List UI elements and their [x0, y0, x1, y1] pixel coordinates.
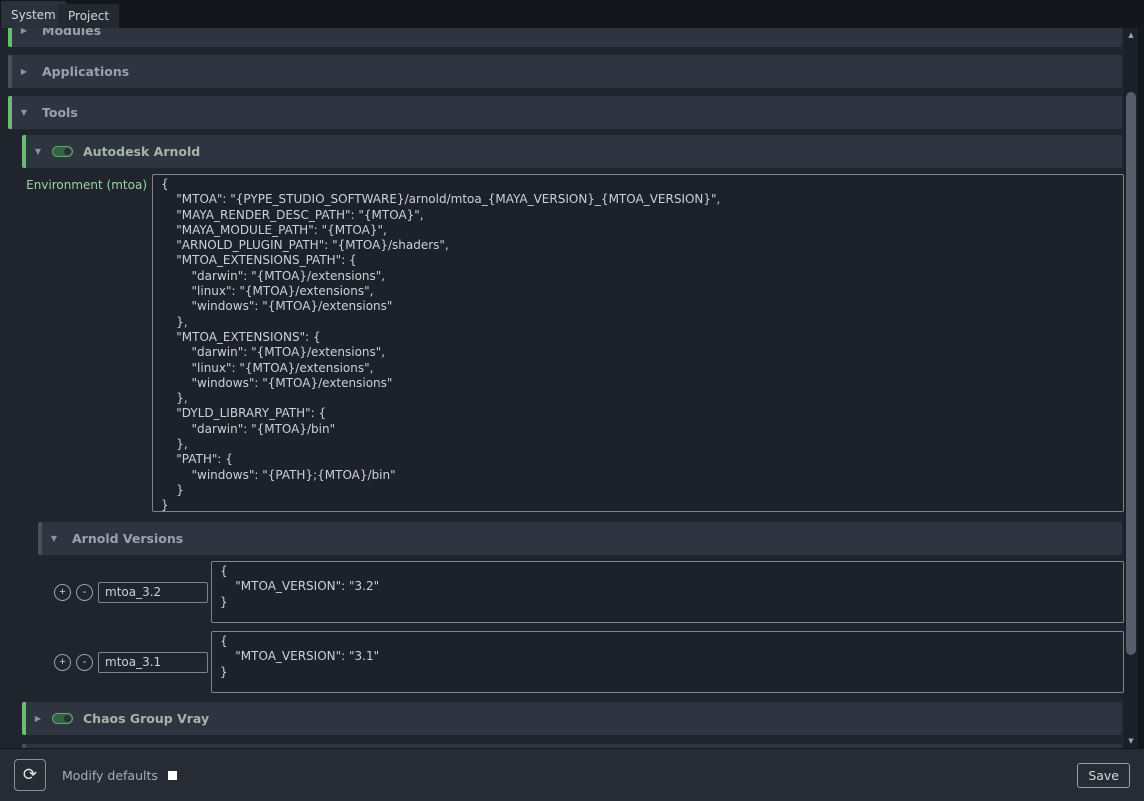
chevron-down-icon[interactable]: ▼	[16, 108, 32, 117]
modify-defaults-checkbox[interactable]	[168, 771, 177, 780]
tab-system[interactable]: System	[1, 1, 66, 28]
section-label: Arnold Versions	[72, 531, 183, 546]
settings-window: System Project ▶ Modules ▶ Applications …	[0, 0, 1144, 801]
footer-bar: ⟳ Modify defaults Save	[0, 748, 1144, 801]
chevron-right-icon[interactable]: ▶	[16, 67, 32, 76]
version-name-input[interactable]	[98, 652, 208, 673]
environment-editor-wrap: { "MTOA": "{PYPE_STUDIO_SOFTWARE}/arnold…	[152, 174, 1124, 512]
chevron-right-icon[interactable]: ▶	[30, 714, 46, 723]
tab-project[interactable]: Project	[58, 4, 119, 28]
modified-stripe	[22, 702, 26, 735]
tab-bar: System Project	[0, 0, 1144, 28]
scroll-up-icon[interactable]: ▲	[1124, 28, 1138, 42]
section-label: Applications	[42, 64, 129, 79]
scrollbar-thumb[interactable]	[1126, 92, 1136, 655]
version-json-editor[interactable]: { "MTOA_VERSION": "3.1" }	[211, 631, 1124, 693]
default-stripe	[38, 522, 42, 555]
toggle-knob	[64, 715, 71, 722]
save-button[interactable]: Save	[1077, 763, 1130, 788]
default-stripe	[8, 55, 12, 88]
section-header-modules[interactable]: ▶ Modules	[8, 28, 1122, 47]
enabled-toggle[interactable]	[52, 146, 73, 157]
settings-scroll-area: ▶ Modules ▶ Applications ▼ Tools ▼ Autod…	[0, 28, 1124, 748]
chevron-right-icon[interactable]: ▶	[16, 28, 32, 35]
vertical-scrollbar[interactable]: ▲ ▼	[1124, 28, 1138, 748]
tool-label: Autodesk Arnold	[83, 144, 200, 159]
version-name-input[interactable]	[98, 582, 208, 603]
section-label: Tools	[42, 105, 78, 120]
add-version-button[interactable]: +	[54, 584, 71, 601]
modified-stripe	[8, 28, 12, 47]
remove-version-button[interactable]: -	[76, 654, 93, 671]
version-json-editor[interactable]: { "MTOA_VERSION": "3.2" }	[211, 561, 1124, 623]
modified-stripe	[22, 135, 26, 168]
toggle-knob	[64, 148, 71, 155]
section-header-autodesk-arnold[interactable]: ▼ Autodesk Arnold	[22, 135, 1122, 168]
version-row: + - { "MTOA_VERSION": "3.1" }	[54, 631, 1124, 693]
environment-json-editor[interactable]: { "MTOA": "{PYPE_STUDIO_SOFTWARE}/arnold…	[152, 174, 1124, 512]
modified-stripe	[8, 96, 12, 129]
version-row: + - { "MTOA_VERSION": "3.2" }	[54, 561, 1124, 623]
add-version-button[interactable]: +	[54, 654, 71, 671]
section-label: Modules	[42, 28, 101, 38]
refresh-icon: ⟳	[23, 765, 37, 785]
modify-defaults-label: Modify defaults	[62, 768, 158, 783]
enabled-toggle[interactable]	[52, 713, 73, 724]
section-header-tools[interactable]: ▼ Tools	[8, 96, 1122, 129]
environment-mtoa-label: Environment (mtoa)	[0, 178, 147, 192]
chevron-down-icon[interactable]: ▼	[30, 147, 46, 156]
scroll-down-icon[interactable]: ▼	[1124, 734, 1138, 748]
refresh-button[interactable]: ⟳	[14, 759, 46, 791]
section-header-applications[interactable]: ▶ Applications	[8, 55, 1122, 88]
section-header-arnold-versions[interactable]: ▼ Arnold Versions	[38, 522, 1122, 555]
chevron-down-icon[interactable]: ▼	[46, 534, 62, 543]
remove-version-button[interactable]: -	[76, 584, 93, 601]
section-header-chaos-group-vray[interactable]: ▶ Chaos Group Vray	[22, 702, 1122, 735]
tool-label: Chaos Group Vray	[83, 711, 209, 726]
